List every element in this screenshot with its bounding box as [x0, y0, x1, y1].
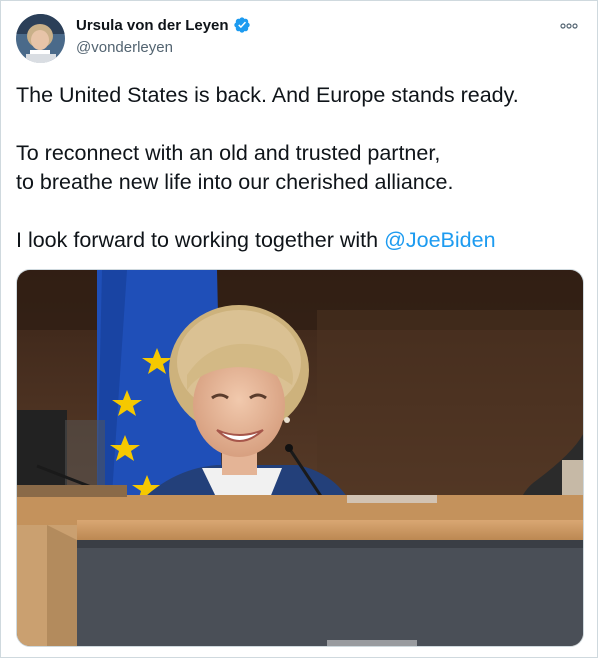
tweet-line: To reconnect with an old and trusted par… [16, 141, 441, 165]
verified-badge-icon [233, 16, 251, 34]
tweet-line: I look forward to working together with … [16, 226, 576, 255]
author-handle[interactable]: @vonderleyen [76, 39, 173, 56]
tweet-line: The United States is back. And Europe st… [16, 83, 519, 107]
tweet-line-text: I look forward to working together with [16, 228, 385, 252]
mention-link[interactable]: @JoeBiden [384, 228, 495, 252]
tweet-line: to breathe new life into our cherished a… [16, 170, 454, 194]
tweet-card: Ursula von der Leyen @vonderleyen The Un… [0, 0, 598, 658]
avatar[interactable] [16, 14, 65, 63]
more-horizontal-icon[interactable] [559, 19, 579, 33]
tweet-text: The United States is back. And Europe st… [16, 81, 576, 255]
tweet-photo[interactable] [16, 269, 584, 647]
author-name[interactable]: Ursula von der Leyen [76, 17, 229, 34]
